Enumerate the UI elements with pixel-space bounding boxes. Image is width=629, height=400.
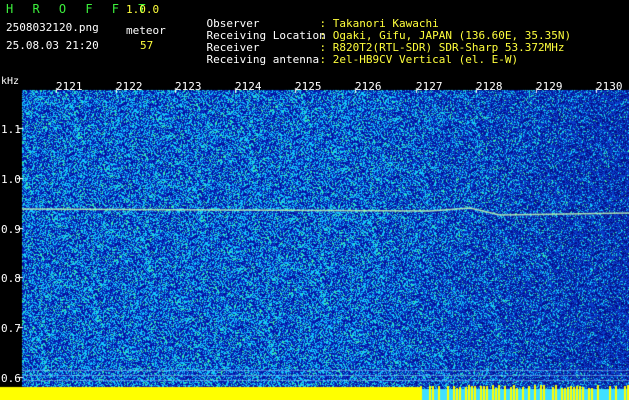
filename-label: 2508032120.png: [6, 21, 99, 34]
y-tick: 1.0: [1, 173, 21, 186]
y-tick: 1.1: [1, 123, 21, 136]
y-unit-label: kHz: [1, 76, 20, 87]
x-tick: 2121: [56, 80, 83, 93]
antenna-row: Receiving antenna: 2el-HB9CV Vertical (e…: [180, 40, 519, 79]
app-version: 1.0.0: [126, 3, 160, 16]
x-tick: 2123: [175, 80, 202, 93]
x-tick: 2130: [596, 80, 623, 93]
header-panel: H R O F F T 1.0.0 2508032120.png meteor …: [0, 0, 629, 75]
y-tick: 0.8: [1, 272, 21, 285]
y-tick: 0.9: [1, 223, 21, 236]
spectrogram: [0, 75, 629, 400]
x-tick: 2126: [355, 80, 382, 93]
x-tick: 2125: [295, 80, 322, 93]
y-tick: 0.6: [1, 372, 21, 385]
x-tick: 2128: [476, 80, 503, 93]
x-tick: 2122: [116, 80, 143, 93]
y-tick: 0.7: [1, 322, 21, 335]
x-tick: 2127: [416, 80, 443, 93]
x-tick: 2124: [235, 80, 262, 93]
x-tick: 2129: [536, 80, 563, 93]
count-value: 57: [140, 39, 154, 52]
datetime-label: 25.08.03 21:20: [6, 39, 99, 52]
antenna-label: Receiving antenna: [206, 53, 320, 66]
antenna-value: : 2el-HB9CV Vertical (el. E-W): [319, 53, 519, 66]
count-label: meteor: [126, 24, 166, 37]
